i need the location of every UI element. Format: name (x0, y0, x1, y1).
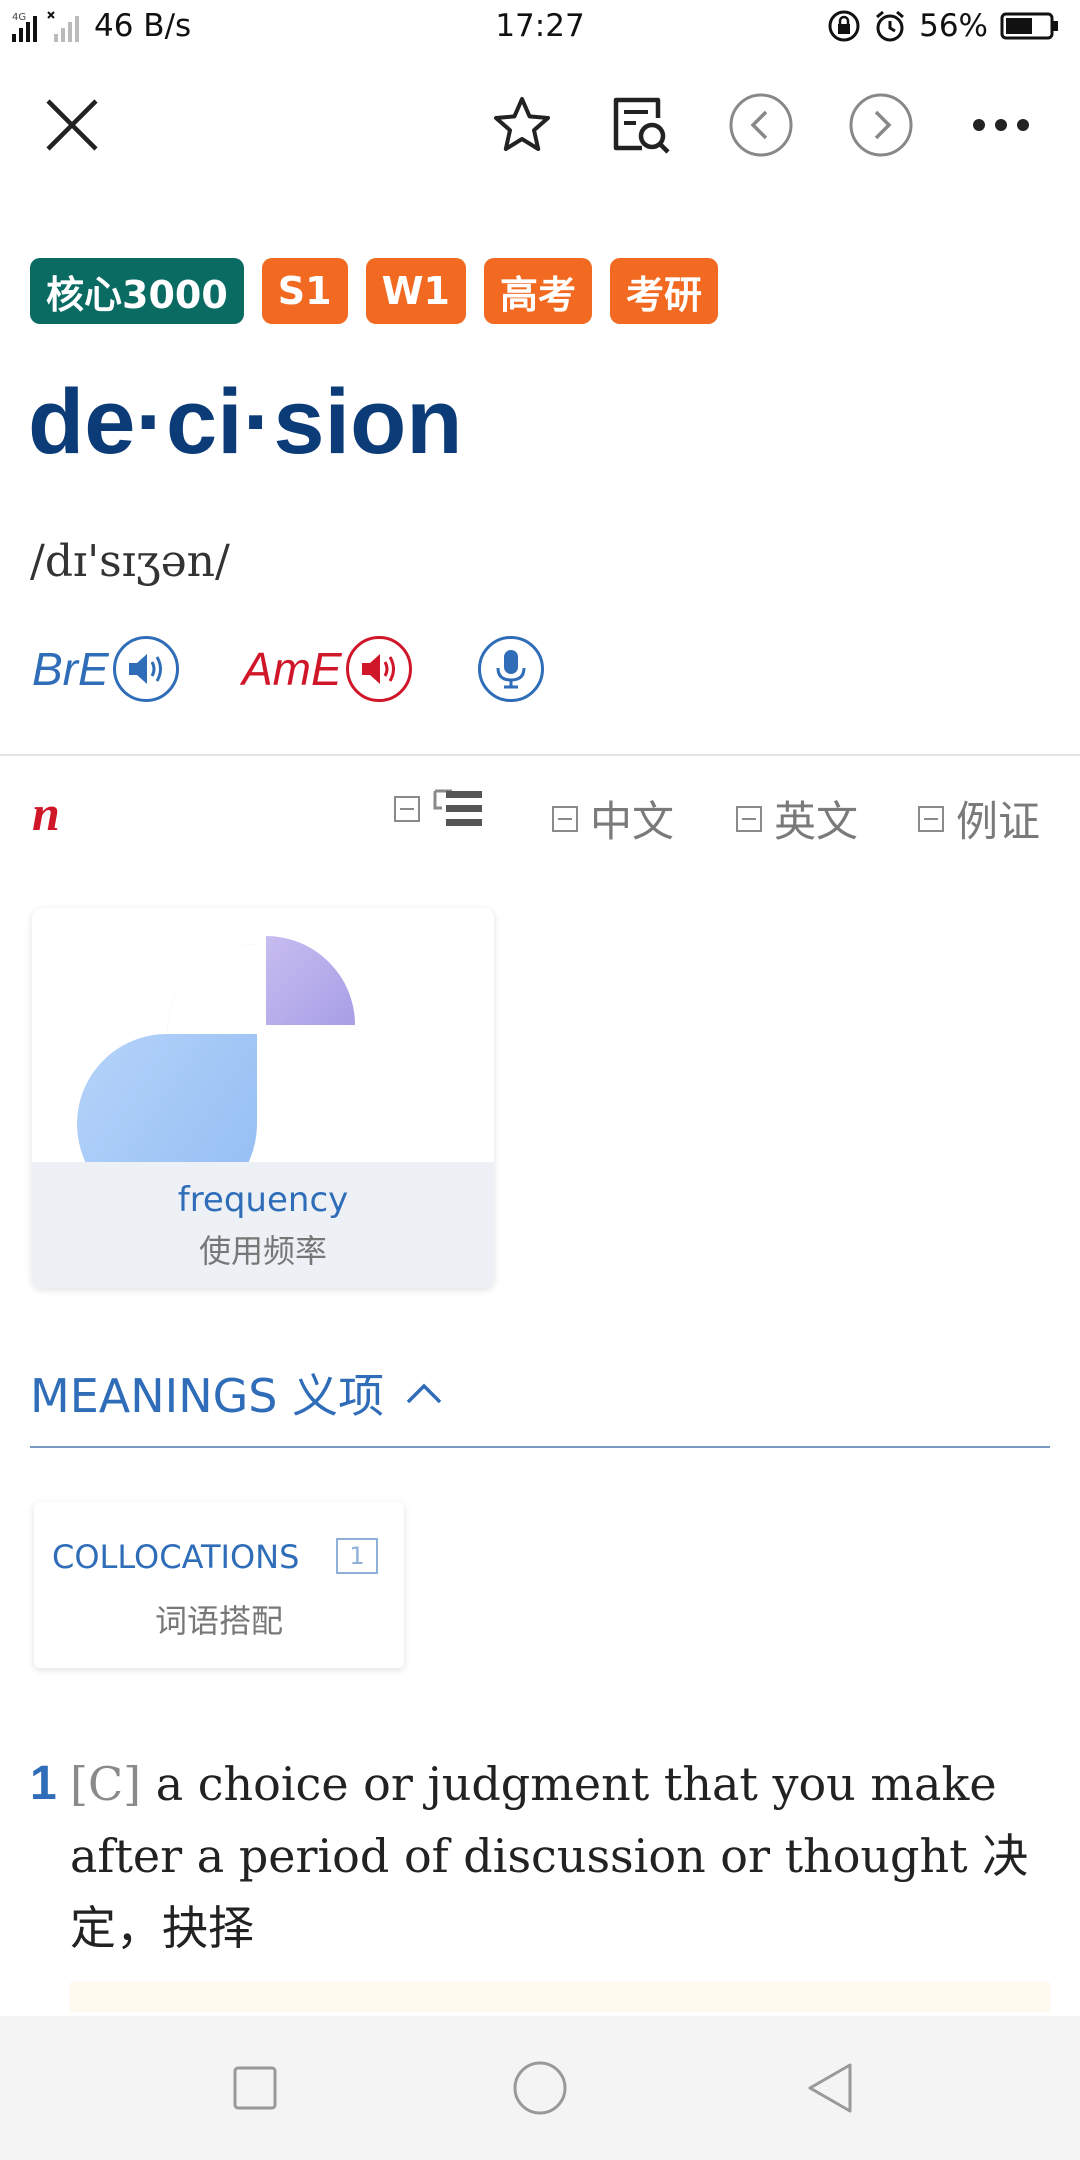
filter-examples-label: 例证 (956, 797, 1041, 846)
note-search-button[interactable] (596, 80, 686, 170)
close-button[interactable] (27, 80, 117, 170)
tag-gaokao[interactable]: 高考 (483, 258, 592, 324)
speaker-icon (128, 654, 162, 684)
collapse-icon (736, 805, 762, 832)
bre-audio[interactable]: BrE (32, 636, 179, 702)
tag-kaoyan[interactable]: 考研 (609, 258, 718, 324)
next-entry-button[interactable] (836, 80, 926, 170)
bre-speaker-button[interactable] (112, 636, 179, 702)
collocations-card[interactable]: COLLOCATIONS 1 词语搭配 (34, 1502, 404, 1668)
chevron-left-icon (729, 93, 793, 157)
system-nav-bar (0, 2016, 1080, 2160)
collocations-title-en: COLLOCATIONS (52, 1538, 300, 1576)
part-of-speech: n (32, 785, 60, 841)
previous-entry-button[interactable] (716, 80, 806, 170)
bre-label: BrE (32, 643, 109, 695)
sense-definition: a choice or judgment that you make after… (70, 1757, 1029, 1955)
level-tags: 核心3000 S1 W1 高考 考研 (30, 258, 718, 324)
tag-w1[interactable]: W1 (365, 258, 466, 324)
square-icon (233, 2066, 277, 2110)
pronunciation: /dɪ'sɪʒən/ (30, 536, 230, 587)
status-bar: 4G 46 B/s 17:27 56% (0, 0, 1080, 56)
status-right: 56% (827, 8, 1060, 44)
pie-chart-icon (77, 936, 355, 1214)
outline-icon (433, 789, 482, 826)
tag-core3000[interactable]: 核心3000 (30, 258, 244, 324)
section-divider (0, 754, 1080, 756)
tag-s1[interactable]: S1 (261, 258, 348, 324)
collapse-icon (552, 805, 578, 832)
frequency-card[interactable]: frequency 使用频率 (32, 908, 494, 1288)
collocations-count-badge: 1 (336, 1538, 378, 1574)
lock-rotation-icon (828, 10, 860, 42)
back-button[interactable] (800, 2058, 860, 2118)
audio-row: BrE AmE (30, 636, 1050, 706)
frequency-graphic (32, 908, 494, 1214)
filter-english[interactable]: 英文 (736, 788, 858, 849)
circle-icon (513, 2061, 567, 2115)
filter-examples[interactable]: 例证 (918, 788, 1040, 849)
ame-audio[interactable]: AmE (242, 636, 412, 702)
frequency-title-cn: 使用频率 (198, 1232, 327, 1270)
microphone-icon (496, 650, 526, 689)
filter-english-label: 英文 (774, 797, 859, 846)
ame-label: AmE (242, 643, 342, 695)
collapse-icon (918, 805, 944, 832)
filter-chinese[interactable]: 中文 (552, 788, 674, 849)
filter-structure[interactable] (394, 788, 484, 830)
more-icon (973, 119, 1029, 131)
more-button[interactable] (956, 80, 1046, 170)
star-icon (494, 97, 550, 151)
battery-icon (1000, 12, 1058, 40)
meanings-header[interactable]: MEANINGS 义项 (30, 1360, 444, 1426)
search-note-icon (613, 97, 670, 154)
sense-item: 1 [C] a choice or judgment that you make… (30, 1748, 1050, 1964)
record-button[interactable] (478, 636, 544, 702)
frequency-label-area: frequency 使用频率 (32, 1162, 494, 1288)
filter-chinese-label: 中文 (590, 797, 675, 846)
collocations-title-cn: 词语搭配 (154, 1602, 283, 1640)
recents-button[interactable] (225, 2058, 285, 2118)
pos-row: n 中文 英文 例证 (30, 782, 1050, 852)
sense-body: [C] a choice or judgment that you make a… (30, 1748, 1050, 1964)
close-icon (46, 99, 98, 151)
grammar-code: [C] (70, 1757, 142, 1811)
favorite-button[interactable] (477, 80, 567, 170)
battery-percent: 56% (919, 8, 988, 44)
collapse-icon (394, 796, 420, 822)
ame-speaker-button[interactable] (345, 636, 412, 702)
triangle-back-icon (808, 2063, 852, 2113)
sense-number: 1 (30, 1757, 57, 1810)
headword: de·ci·sion (28, 371, 463, 473)
chevron-up-icon[interactable] (404, 1380, 444, 1406)
meanings-title: MEANINGS 义项 (30, 1369, 385, 1423)
record-audio[interactable] (478, 636, 544, 702)
example-box (70, 1982, 1050, 2012)
home-button[interactable] (510, 2058, 570, 2118)
chevron-right-icon (849, 93, 913, 157)
meanings-divider (30, 1446, 1050, 1448)
frequency-title-en: frequency (177, 1180, 349, 1220)
toolbar (0, 80, 1080, 190)
alarm-icon (876, 10, 905, 42)
speaker-icon (361, 654, 395, 684)
